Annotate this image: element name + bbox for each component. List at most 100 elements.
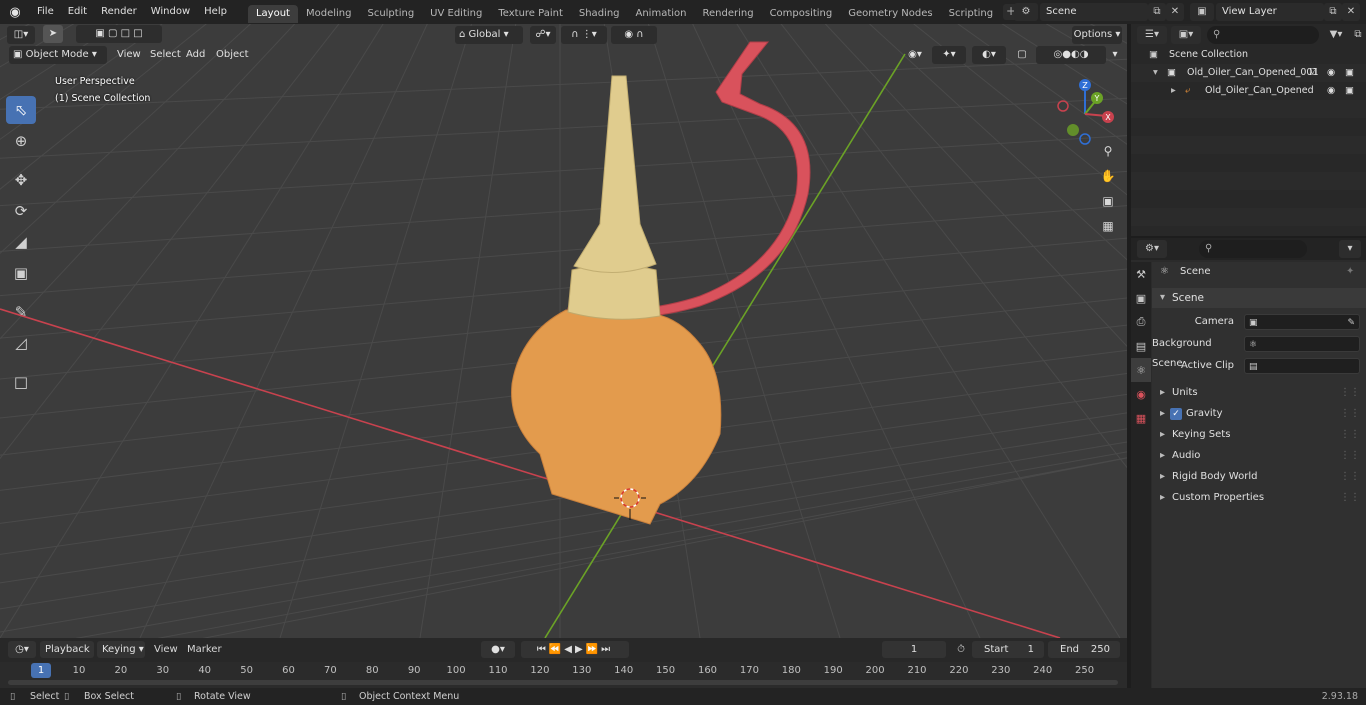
proportional-editing-icon[interactable]: ◉ ∩ — [611, 26, 657, 44]
shading-options-icon[interactable]: ▾ — [1108, 46, 1122, 64]
panel-rigid-body-world[interactable]: ▸ Rigid Body World ⋮⋮ — [1152, 467, 1366, 487]
new-collection-icon[interactable]: ⧉ — [1351, 26, 1365, 44]
delete-scene-icon[interactable]: ✕ — [1166, 3, 1184, 21]
keying-menu[interactable]: Keying ▾ — [97, 641, 145, 658]
properties-options-icon[interactable]: ▾ — [1339, 240, 1361, 258]
scene-tab-icon[interactable]: ⚛ — [1131, 358, 1151, 382]
camera-field[interactable]: ▣ ✎ — [1244, 314, 1360, 330]
menu-window[interactable]: Window — [144, 0, 197, 24]
tab-shading[interactable]: Shading — [571, 5, 628, 23]
tab-geometry-nodes[interactable]: Geometry Nodes — [840, 5, 940, 23]
playback-menu[interactable]: Playback ▾ — [40, 641, 94, 672]
mode-dropdown[interactable]: ▣ Object Mode ▾ — [9, 46, 107, 64]
menu-help[interactable]: Help — [197, 0, 234, 24]
menu-file[interactable]: File — [30, 0, 61, 24]
expand-arrow-icon[interactable]: ▾ — [1153, 64, 1158, 82]
options-dropdown[interactable]: Options ▾ — [1072, 26, 1122, 44]
visibility-eye-icon[interactable]: ◉ — [1327, 64, 1335, 82]
transform-orientation-dropdown[interactable]: ⌂ Global ▾ — [455, 26, 523, 44]
outliner-row-scene-collection[interactable]: ▣ Scene Collection — [1131, 46, 1366, 64]
outliner-search-input[interactable]: ⚲ — [1207, 26, 1319, 44]
end-frame-field[interactable]: End 250 — [1048, 641, 1120, 658]
select-box-tool-icon[interactable]: ⬁ — [6, 96, 36, 124]
scene-name-field[interactable]: Scene — [1040, 3, 1148, 21]
pin-icon[interactable]: ✦ — [1346, 262, 1354, 282]
marker-menu[interactable]: Marker — [187, 641, 222, 658]
shading-modes-icons[interactable]: ◎●◐◑ — [1036, 46, 1106, 64]
tab-layout[interactable]: Layout — [247, 4, 298, 23]
eyedropper-icon[interactable]: ✎ — [1347, 313, 1355, 333]
expand-arrow-icon[interactable]: ▾ — [1160, 288, 1165, 308]
drag-handle-icon[interactable]: ⋮⋮ — [1340, 383, 1360, 403]
pan-hand-icon[interactable]: ✋ — [1097, 165, 1119, 187]
snapping-icon[interactable]: ∩ ⋮▾ — [561, 26, 607, 44]
playback-controls-icons[interactable]: ⏮⏪◀▶⏩⏭ — [521, 641, 629, 658]
outliner-editor-type-icon[interactable]: ☰▾ — [1137, 26, 1167, 44]
panel-scene-header[interactable]: ▾ Scene — [1152, 288, 1366, 308]
visibility-eye-icon[interactable]: ◉ — [1327, 82, 1335, 100]
cursor-tool-icon[interactable]: ⊕ — [6, 127, 36, 155]
overlays-toggle-icon[interactable]: ◐▾ — [972, 46, 1006, 64]
active-clip-field[interactable]: ▤ — [1244, 358, 1360, 374]
annotate-tool-icon[interactable]: ✎ — [6, 298, 36, 326]
collapse-arrow-icon[interactable]: ▸ — [1160, 425, 1165, 445]
start-frame-field[interactable]: Start 1 — [972, 641, 1044, 658]
timeline-scrollbar[interactable] — [8, 680, 1118, 685]
drag-handle-icon[interactable]: ⋮⋮ — [1340, 488, 1360, 508]
delete-view-layer-icon[interactable]: ✕ — [1342, 3, 1360, 21]
measure-tool-icon[interactable]: ◿ — [6, 329, 36, 357]
rotate-tool-icon[interactable]: ⟳ — [6, 197, 36, 225]
panel-keying-sets[interactable]: ▸ Keying Sets ⋮⋮ — [1152, 425, 1366, 445]
visibility-icon[interactable]: ◉▾ — [902, 46, 928, 64]
timeline-view-menu[interactable]: View — [154, 641, 178, 658]
outliner-row-object[interactable]: ▸ ⤶ Old_Oiler_Can_Opened ◉ ▣ — [1131, 82, 1366, 100]
blender-logo-icon[interactable]: ◉ — [0, 0, 30, 24]
gravity-checkbox[interactable]: ✓ — [1170, 408, 1182, 420]
auto-keying-icon[interactable]: ●▾ — [481, 641, 515, 658]
collapse-arrow-icon[interactable]: ▸ — [1160, 488, 1165, 508]
add-cube-tool-icon[interactable]: □ — [6, 368, 36, 396]
zoom-icon[interactable]: ⚲ — [1097, 140, 1119, 162]
menu-render[interactable]: Render — [94, 0, 144, 24]
scene-selector-icon[interactable]: ⚙ — [1014, 3, 1038, 21]
current-frame-field[interactable]: 1 — [882, 641, 946, 658]
menu-view[interactable]: View — [117, 46, 141, 64]
tab-animation[interactable]: Animation — [628, 5, 695, 23]
display-mode-icon[interactable]: ▣▾ — [1171, 26, 1201, 44]
panel-gravity[interactable]: ▸ ✓ Gravity ⋮⋮ — [1152, 404, 1366, 424]
3d-viewport[interactable]: Z Y X ◫▾ ➤ ▣ ▢ □ □ ⌂ Global ▾ ☍▾ ∩ ⋮▾ ◉ … — [0, 24, 1127, 638]
tab-compositing[interactable]: Compositing — [762, 5, 841, 23]
collapse-arrow-icon[interactable]: ▸ — [1160, 467, 1165, 487]
menu-select[interactable]: Select — [150, 46, 181, 64]
menu-object[interactable]: Object — [216, 46, 249, 64]
selection-mode-icons[interactable]: ▣ ▢ □ □ — [76, 25, 162, 43]
move-tool-icon[interactable]: ✥ — [6, 166, 36, 194]
tool-tab-icon[interactable]: ⚒ — [1131, 262, 1151, 286]
render-camera-icon[interactable]: ▣ — [1345, 64, 1354, 82]
xray-toggle-icon[interactable]: ▢ — [1014, 46, 1030, 64]
output-tab-icon[interactable]: ⎙ — [1131, 310, 1151, 334]
timeline-editor-type-icon[interactable]: ◷▾ — [8, 641, 36, 658]
transform-tool-icon[interactable]: ▣ — [6, 259, 36, 287]
collapse-arrow-icon[interactable]: ▸ — [1160, 404, 1165, 424]
tab-sculpting[interactable]: Sculpting — [359, 5, 422, 23]
panel-custom-properties[interactable]: ▸ Custom Properties ⋮⋮ — [1152, 488, 1366, 508]
new-view-layer-icon[interactable]: ⧉ — [1324, 3, 1342, 21]
render-camera-icon[interactable]: ▣ — [1345, 82, 1354, 100]
drag-handle-icon[interactable]: ⋮⋮ — [1340, 425, 1360, 445]
collapse-arrow-icon[interactable]: ▸ — [1160, 446, 1165, 466]
gizmo-toggle-icon[interactable]: ✦▾ — [932, 46, 966, 64]
texture-tab-icon[interactable]: ▦ — [1131, 406, 1151, 430]
view-layer-selector-icon[interactable]: ▣ — [1190, 3, 1214, 21]
new-scene-icon[interactable]: ⧉ — [1148, 3, 1166, 21]
tab-rendering[interactable]: Rendering — [694, 5, 761, 23]
panel-units[interactable]: ▸ Units ⋮⋮ — [1152, 383, 1366, 403]
filter-icon[interactable]: ▼▾ — [1323, 26, 1349, 44]
panel-audio[interactable]: ▸ Audio ⋮⋮ — [1152, 446, 1366, 466]
drag-handle-icon[interactable]: ⋮⋮ — [1340, 467, 1360, 487]
properties-search-input[interactable]: ⚲ — [1199, 240, 1307, 258]
tab-scripting[interactable]: Scripting — [941, 5, 1001, 23]
tab-texture-paint[interactable]: Texture Paint — [490, 5, 571, 23]
drag-handle-icon[interactable]: ⋮⋮ — [1340, 404, 1360, 424]
menu-edit[interactable]: Edit — [61, 0, 94, 24]
